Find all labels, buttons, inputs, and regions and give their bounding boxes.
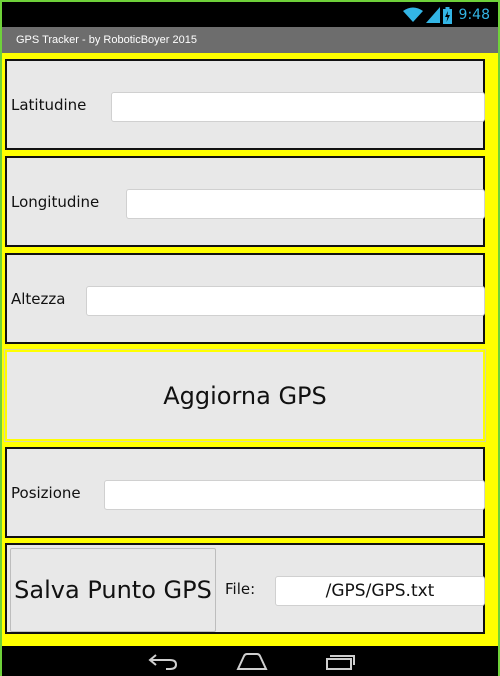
status-bar: 9:48 <box>2 2 498 27</box>
file-label: File: <box>225 580 256 598</box>
back-icon[interactable] <box>148 652 178 670</box>
longitude-label: Longitudine <box>11 193 100 211</box>
save-gps-point-button[interactable]: Salva Punto GPS <box>10 548 216 632</box>
altitude-field[interactable] <box>86 286 485 316</box>
position-label: Posizione <box>11 484 81 502</box>
position-field[interactable] <box>104 480 485 510</box>
signal-icon <box>425 7 440 23</box>
app-title-bar: GPS Tracker - by RoboticBoyer 2015 <box>2 27 498 53</box>
longitude-row: Longitudine <box>5 156 485 247</box>
position-row: Posizione <box>5 447 485 538</box>
save-row: Salva Punto GPS File: <box>5 543 485 634</box>
latitude-row: Latitudine <box>5 59 485 150</box>
latitude-label: Latitudine <box>11 96 87 114</box>
app-title: GPS Tracker - by RoboticBoyer 2015 <box>16 34 197 46</box>
recents-icon[interactable] <box>325 652 355 670</box>
altitude-row: Altezza <box>5 253 485 344</box>
file-path-field[interactable] <box>275 576 485 606</box>
form-content: Latitudine Longitudine Altezza Aggiorna … <box>2 53 498 646</box>
update-gps-button[interactable]: Aggiorna GPS <box>4 349 486 442</box>
battery-icon <box>442 6 452 24</box>
home-icon[interactable] <box>236 652 268 670</box>
navigation-bar <box>2 646 498 676</box>
longitude-field[interactable] <box>126 189 485 219</box>
altitude-label: Altezza <box>11 290 66 308</box>
status-time: 9:48 <box>458 7 490 23</box>
status-icons: 9:48 <box>402 5 490 25</box>
wifi-icon <box>402 7 423 22</box>
latitude-field[interactable] <box>111 92 485 122</box>
